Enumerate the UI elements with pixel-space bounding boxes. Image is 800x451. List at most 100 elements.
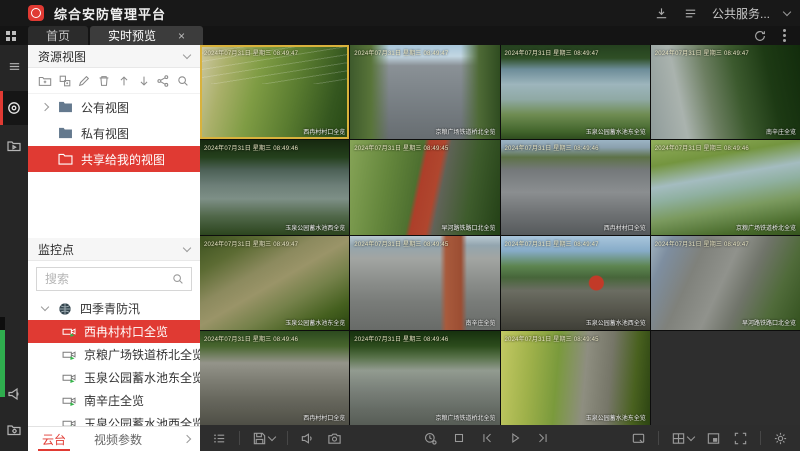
share-icon[interactable] xyxy=(156,74,170,88)
group-label: 四季青防汛 xyxy=(80,300,140,317)
tile-caption: 西冉村村口全览 xyxy=(303,413,345,422)
resource-view-header[interactable]: 资源视图 xyxy=(28,45,200,68)
sidebar-bottom-tabs: 云台 视频参数 xyxy=(28,426,200,451)
video-tile[interactable]: 2024年07月31日 星期三 08:49:45 早河路铁路口北全览 xyxy=(350,140,499,234)
video-tile[interactable]: 2024年07月31日 星期三 08:49:45 玉泉公园蓄水池东全览 xyxy=(501,331,650,425)
close-all-windows-icon[interactable] xyxy=(631,431,646,446)
fullscreen-icon[interactable] xyxy=(733,431,748,446)
app-title: 综合安防管理平台 xyxy=(54,4,166,23)
chevron-down-icon[interactable] xyxy=(687,432,695,440)
tile-timestamp: 2024年07月31日 星期三 08:49:47 xyxy=(204,239,298,248)
globe-icon xyxy=(58,302,72,316)
tree-group-sijiqing[interactable]: 四季青防汛 xyxy=(28,297,200,320)
tab-close-icon[interactable]: × xyxy=(178,29,185,43)
camera-item[interactable]: 玉泉公园蓄水池东全览 xyxy=(28,366,200,389)
volume-meter[interactable] xyxy=(0,317,5,397)
search-icon[interactable] xyxy=(171,272,185,286)
add-view-icon[interactable] xyxy=(58,74,72,88)
tile-caption: 京粮广场铁道桥北全览 xyxy=(435,127,495,136)
tree-item-shared-views[interactable]: 共享给我的视图 xyxy=(28,146,200,172)
camera-icon xyxy=(62,372,77,383)
camera-item[interactable]: 京粮广场铁道桥北全览 xyxy=(28,343,200,366)
tile-caption: 早河路铁路口北全览 xyxy=(441,223,495,232)
camera-item[interactable]: 西冉村村口全览 xyxy=(28,320,200,343)
rail-menu-icon[interactable] xyxy=(0,51,28,81)
tile-timestamp: 2024年07月31日 星期三 08:49:46 xyxy=(354,334,448,343)
previous-page-icon[interactable] xyxy=(480,431,494,445)
audio-icon[interactable] xyxy=(300,431,315,446)
refresh-icon[interactable] xyxy=(753,29,767,43)
tile-caption: 西冉村村口全览 xyxy=(604,223,646,232)
stream-list-icon[interactable] xyxy=(212,431,227,446)
chevron-down-icon[interactable] xyxy=(783,7,791,15)
menu-icon[interactable] xyxy=(683,6,698,21)
collapse-icon[interactable] xyxy=(183,243,191,251)
video-tile[interactable]: 2024年07月31日 星期三 08:49:47 早河路铁路口北全览 xyxy=(651,236,800,330)
timed-preview-icon[interactable] xyxy=(423,431,438,446)
video-tile[interactable]: 2024年07月31日 星期三 08:49:47 南辛庄全览 xyxy=(651,45,800,139)
tile-caption: 玉泉公园蓄水池东全览 xyxy=(586,127,646,136)
camera-label: 西冉村村口全览 xyxy=(84,323,168,340)
video-tile[interactable]: 2024年07月31日 星期三 08:49:46 西冉村村口全览 xyxy=(501,140,650,234)
window-layout-icon[interactable] xyxy=(671,431,694,446)
folder-icon xyxy=(58,101,73,113)
video-tile[interactable]: 2024年07月31日 星期三 08:49:47 玉泉公园蓄水池东全览 xyxy=(200,236,349,330)
download-icon[interactable] xyxy=(654,6,669,21)
edit-icon[interactable] xyxy=(77,74,91,88)
tree-item-label: 公有视图 xyxy=(81,99,129,116)
tree-item-label: 共享给我的视图 xyxy=(81,151,165,168)
tile-timestamp: 2024年07月31日 星期三 08:49:47 xyxy=(505,48,599,57)
play-icon[interactable] xyxy=(508,431,522,445)
video-tile[interactable]: 2024年07月31日 星期三 08:49:47 玉泉公园蓄水池东全览 xyxy=(501,45,650,139)
tile-timestamp: 2024年07月31日 星期三 08:49:47 xyxy=(655,239,749,248)
tab-home[interactable]: 首页 xyxy=(28,26,88,45)
search-icon[interactable] xyxy=(176,74,190,88)
folder-settings-icon[interactable] xyxy=(0,415,28,445)
collapse-icon[interactable] xyxy=(183,50,191,58)
rail-view-folder-icon[interactable] xyxy=(0,131,28,161)
video-tile[interactable]: 2024年07月31日 星期三 08:49:46 京粮广场铁道桥北全览 xyxy=(350,331,499,425)
video-tile[interactable]: 2024年07月31日 星期三 08:49:47 京粮广场铁道桥北全览 xyxy=(350,45,499,139)
snapshot-icon[interactable] xyxy=(327,431,342,446)
save-view-button[interactable] xyxy=(252,431,275,446)
chevron-down-icon[interactable] xyxy=(268,432,276,440)
more-options-icon[interactable] xyxy=(783,34,786,37)
user-menu[interactable]: 公共服务... xyxy=(712,5,770,22)
video-tile[interactable]: 2024年07月31日 星期三 08:49:45 南辛庄全览 xyxy=(350,236,499,330)
video-tile[interactable]: 2024年07月31日 星期三 08:49:46 京粮广场铁道桥北全览 xyxy=(651,140,800,234)
stop-all-icon[interactable] xyxy=(452,431,466,445)
tile-timestamp: 2024年07月31日 星期三 08:49:46 xyxy=(204,334,298,343)
rail-live-view-icon[interactable] xyxy=(0,91,28,125)
grid-menu-icon[interactable] xyxy=(0,26,28,45)
camera-label: 京粮广场铁道桥北全览 xyxy=(84,346,200,363)
tab-video-params[interactable]: 视频参数 xyxy=(80,427,156,451)
expand-icon[interactable] xyxy=(40,104,50,110)
search-input[interactable] xyxy=(43,271,171,287)
video-tile[interactable]: 2024年07月31日 星期三 08:49:47 玉泉公园蓄水池西全览 xyxy=(501,236,650,330)
tab-live-preview[interactable]: 实时预览 × xyxy=(90,26,203,45)
next-page-icon[interactable] xyxy=(536,431,550,445)
tree-item-private-views[interactable]: 私有视图 xyxy=(28,120,200,146)
expand-panel-icon[interactable] xyxy=(183,435,191,443)
preview-toolbar xyxy=(200,425,800,451)
app-logo-icon xyxy=(28,5,44,21)
tab-ptz-label: 云台 xyxy=(42,431,66,448)
video-tile[interactable]: 2024年07月31日 星期三 08:49:47 西冉村村口全览 xyxy=(200,45,349,139)
delete-icon[interactable] xyxy=(97,74,111,88)
add-folder-icon[interactable] xyxy=(38,74,52,88)
tile-timestamp: 2024年07月31日 星期三 08:49:46 xyxy=(655,143,749,152)
settings-gear-icon[interactable] xyxy=(773,431,788,446)
move-up-icon[interactable] xyxy=(117,74,131,88)
monitor-points-header[interactable]: 监控点 xyxy=(28,238,200,261)
tile-caption: 南辛庄全览 xyxy=(465,318,495,327)
pip-layout-icon[interactable] xyxy=(706,431,721,446)
tab-ptz[interactable]: 云台 xyxy=(28,427,80,451)
video-tile[interactable]: 2024年07月31日 星期三 08:49:46 玉泉公园蓄水池西全览 xyxy=(200,140,349,234)
tree-item-public-views[interactable]: 公有视图 xyxy=(28,94,200,120)
camera-label: 南辛庄全览 xyxy=(84,392,144,409)
video-tile[interactable]: 2024年07月31日 星期三 08:49:46 西冉村村口全览 xyxy=(200,331,349,425)
collapse-icon[interactable] xyxy=(40,307,50,310)
move-down-icon[interactable] xyxy=(137,74,151,88)
camera-item[interactable]: 南辛庄全览 xyxy=(28,389,200,412)
video-tile-empty[interactable] xyxy=(651,331,800,425)
